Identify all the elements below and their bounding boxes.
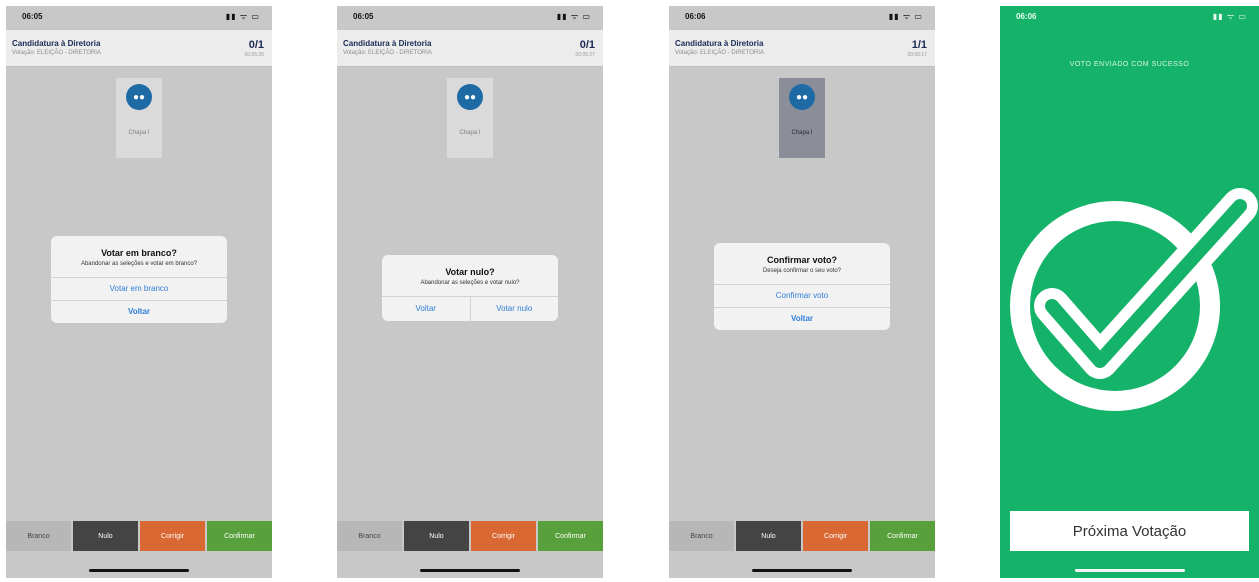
status-bar: 06:06 ▮▮ ᯤ ▭ — [669, 6, 935, 30]
screen-vote-success: 06:06 ▮▮ ᯤ ▭ VOTO ENVIADO COM SUCESSO Pr… — [1000, 6, 1259, 578]
dialog-message: Deseja confirmar o seu voto? — [762, 268, 842, 274]
action-bar: Branco Nulo Corrigir Confirmar — [337, 521, 603, 551]
status-bar: 06:05 ▮▮ ᯤ ▭ — [337, 6, 603, 30]
signal-wifi-battery-icon: ▮▮ ᯤ ▭ — [888, 12, 923, 21]
dialog-title: Confirmar voto? — [766, 255, 837, 265]
screen-confirm-vote: 06:06 ▮▮ ᯤ ▭ Candidatura à Diretoria Vot… — [669, 6, 935, 578]
home-indicator[interactable] — [89, 569, 189, 572]
next-vote-button[interactable]: Próxima Votação — [1010, 511, 1249, 551]
header-subtitle: Votação: ELEIÇÃO - DIRETORIA — [12, 50, 101, 56]
dialog-title: Votar em branco? — [101, 248, 177, 258]
group-icon: ●● — [126, 84, 152, 110]
signal-wifi-battery-icon: ▮▮ ᯤ ▭ — [1212, 12, 1247, 21]
dialog-message: Abandonar as seleções e votar em branco? — [80, 261, 198, 267]
dialog-message: Abandonar as seleções e votar nulo? — [420, 280, 520, 286]
branco-button[interactable]: Branco — [669, 521, 734, 551]
candidate-card[interactable]: ●● Chapa I — [116, 78, 162, 158]
status-time: 06:06 — [685, 12, 706, 21]
back-button[interactable]: Voltar — [714, 306, 890, 330]
success-message: VOTO ENVIADO COM SUCESSO — [1069, 61, 1190, 68]
signal-wifi-battery-icon: ▮▮ ᯤ ▭ — [556, 12, 591, 21]
header-title: Candidatura à Diretoria — [343, 39, 432, 48]
candidate-label: Chapa I — [128, 130, 150, 136]
candidate-label: Chapa I — [459, 130, 481, 136]
branco-button[interactable]: Branco — [6, 521, 71, 551]
back-button[interactable]: Voltar — [51, 299, 227, 323]
vote-count: 1/1 — [911, 39, 927, 51]
check-circle-icon — [1010, 188, 1258, 411]
status-bar: 06:06 ▮▮ ᯤ ▭ — [1000, 6, 1259, 30]
header-subtitle: Votação: ELEIÇÃO - DIRETORIA — [675, 50, 764, 56]
vote-blank-button[interactable]: Votar em branco — [51, 276, 227, 300]
screen-blank-vote: 06:05 ▮▮ ᯤ ▭ Candidatura à Diretoria Vot… — [6, 6, 272, 578]
vote-header: Candidatura à Diretoria Votação: ELEIÇÃO… — [6, 30, 272, 67]
status-time: 06:05 — [22, 12, 43, 21]
status-time: 06:06 — [1016, 12, 1037, 21]
home-indicator[interactable] — [752, 569, 852, 572]
candidate-card-selected[interactable]: ●● Chapa I — [779, 78, 825, 158]
group-icon: ●● — [789, 84, 815, 110]
signal-wifi-battery-icon: ▮▮ ᯤ ▭ — [225, 12, 260, 21]
nulo-button[interactable]: Nulo — [404, 521, 469, 551]
branco-button[interactable]: Branco — [337, 521, 402, 551]
status-bar: 06:05 ▮▮ ᯤ ▭ — [6, 6, 272, 30]
header-subtitle: Votação: ELEIÇÃO - DIRETORIA — [343, 50, 432, 56]
status-time: 06:05 — [353, 12, 374, 21]
group-icon: ●● — [457, 84, 483, 110]
vote-timer: 00:05:35 — [244, 52, 264, 58]
header-title: Candidatura à Diretoria — [675, 39, 764, 48]
vote-header: Candidatura à Diretoria Votação: ELEIÇÃO… — [669, 30, 935, 67]
back-button[interactable]: Voltar — [382, 297, 470, 321]
nulo-button[interactable]: Nulo — [736, 521, 801, 551]
vote-count: 0/1 — [248, 39, 264, 51]
confirm-dialog: Votar em branco? Abandonar as seleções e… — [51, 236, 227, 323]
confirmar-button[interactable]: Confirmar — [207, 521, 272, 551]
vote-timer: 00:05:17 — [907, 52, 927, 58]
confirmar-button[interactable]: Confirmar — [870, 521, 935, 551]
nulo-button[interactable]: Nulo — [73, 521, 138, 551]
confirmar-button[interactable]: Confirmar — [538, 521, 603, 551]
screen-null-vote: 06:05 ▮▮ ᯤ ▭ Candidatura à Diretoria Vot… — [337, 6, 603, 578]
corrigir-button[interactable]: Corrigir — [471, 521, 536, 551]
candidate-card[interactable]: ●● Chapa I — [447, 78, 493, 158]
confirm-vote-button[interactable]: Confirmar voto — [714, 283, 890, 307]
dialog-button-row: Voltar Votar nulo — [382, 295, 559, 321]
home-indicator[interactable] — [420, 569, 520, 572]
corrigir-button[interactable]: Corrigir — [140, 521, 205, 551]
header-title: Candidatura à Diretoria — [12, 39, 101, 48]
action-bar: Branco Nulo Corrigir Confirmar — [6, 521, 272, 551]
home-indicator[interactable] — [1074, 569, 1185, 572]
vote-null-button[interactable]: Votar nulo — [469, 296, 559, 321]
confirm-dialog: Votar nulo? Abandonar as seleções e vota… — [382, 255, 558, 321]
corrigir-button[interactable]: Corrigir — [803, 521, 868, 551]
candidate-label: Chapa I — [791, 130, 813, 136]
action-bar: Branco Nulo Corrigir Confirmar — [669, 521, 935, 551]
dialog-title: Votar nulo? — [445, 267, 495, 277]
vote-timer: 00:05:27 — [575, 52, 595, 58]
vote-header: Candidatura à Diretoria Votação: ELEIÇÃO… — [337, 30, 603, 67]
vote-count: 0/1 — [579, 39, 595, 51]
confirm-dialog: Confirmar voto? Deseja confirmar o seu v… — [714, 243, 890, 330]
